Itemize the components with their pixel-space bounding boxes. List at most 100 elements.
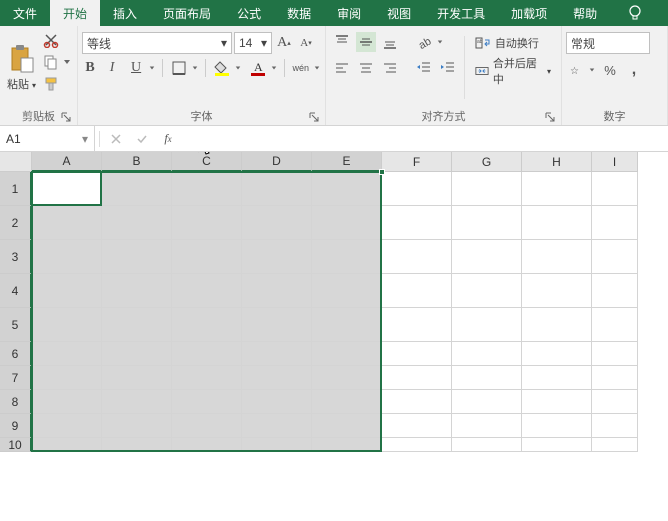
cell[interactable] bbox=[382, 366, 452, 390]
col-header[interactable]: H bbox=[522, 152, 592, 172]
col-header[interactable]: A bbox=[32, 152, 102, 172]
tab-10[interactable]: 帮助 bbox=[560, 0, 610, 26]
cell[interactable] bbox=[32, 390, 102, 414]
cell[interactable] bbox=[312, 274, 382, 308]
copy-button[interactable] bbox=[41, 52, 61, 72]
cell[interactable] bbox=[172, 206, 242, 240]
cell[interactable] bbox=[172, 274, 242, 308]
align-left-button[interactable] bbox=[332, 58, 352, 78]
cell[interactable] bbox=[242, 274, 312, 308]
cell[interactable] bbox=[592, 438, 638, 452]
select-all-corner[interactable] bbox=[0, 152, 32, 172]
tab-2[interactable]: 插入 bbox=[100, 0, 150, 26]
tab-6[interactable]: 审阅 bbox=[324, 0, 374, 26]
cell[interactable] bbox=[522, 342, 592, 366]
cell[interactable] bbox=[172, 438, 242, 452]
cell[interactable] bbox=[172, 390, 242, 414]
cell[interactable] bbox=[452, 390, 522, 414]
cell[interactable] bbox=[312, 172, 382, 206]
cell[interactable] bbox=[312, 414, 382, 438]
cell[interactable] bbox=[522, 366, 592, 390]
cell[interactable] bbox=[242, 342, 312, 366]
align-right-button[interactable] bbox=[380, 58, 400, 78]
cell[interactable] bbox=[172, 308, 242, 342]
increase-indent-button[interactable] bbox=[438, 58, 458, 78]
italic-button[interactable]: I bbox=[104, 58, 120, 78]
cell[interactable] bbox=[592, 342, 638, 366]
number-format-combo[interactable]: 常规 bbox=[566, 32, 650, 54]
cell[interactable] bbox=[452, 240, 522, 274]
cell[interactable] bbox=[522, 414, 592, 438]
cell[interactable] bbox=[102, 342, 172, 366]
tab-4[interactable]: 公式 bbox=[224, 0, 274, 26]
cell[interactable] bbox=[32, 172, 102, 206]
cell[interactable] bbox=[102, 390, 172, 414]
spreadsheet-grid[interactable]: ABCDEFGHI 12345678910 bbox=[0, 152, 668, 521]
cell[interactable] bbox=[32, 342, 102, 366]
cut-button[interactable] bbox=[41, 30, 61, 50]
cell[interactable] bbox=[242, 240, 312, 274]
cell[interactable] bbox=[102, 274, 172, 308]
cell[interactable] bbox=[522, 274, 592, 308]
clipboard-dialog-launcher[interactable] bbox=[61, 112, 71, 122]
name-box[interactable]: A1▾ bbox=[0, 126, 95, 151]
row-header[interactable]: 5 bbox=[0, 308, 32, 342]
row-header[interactable]: 6 bbox=[0, 342, 32, 366]
cell[interactable] bbox=[452, 414, 522, 438]
enter-icon[interactable] bbox=[132, 129, 152, 149]
cell[interactable] bbox=[312, 240, 382, 274]
align-center-button[interactable] bbox=[356, 58, 376, 78]
col-header[interactable]: I bbox=[592, 152, 638, 172]
wrap-text-button[interactable]: ab 自动换行 bbox=[471, 32, 555, 54]
cell[interactable] bbox=[522, 390, 592, 414]
cell[interactable] bbox=[32, 274, 102, 308]
cell[interactable] bbox=[452, 206, 522, 240]
cell[interactable] bbox=[522, 206, 592, 240]
cell[interactable] bbox=[242, 414, 312, 438]
cell[interactable] bbox=[382, 342, 452, 366]
cell[interactable] bbox=[172, 240, 242, 274]
cell[interactable] bbox=[242, 366, 312, 390]
cell[interactable] bbox=[452, 308, 522, 342]
border-dropdown[interactable] bbox=[191, 58, 199, 78]
border-button[interactable] bbox=[169, 58, 189, 78]
cell[interactable] bbox=[382, 308, 452, 342]
font-name-combo[interactable]: 等线▾ bbox=[82, 32, 232, 54]
cell[interactable] bbox=[242, 390, 312, 414]
cell[interactable] bbox=[592, 274, 638, 308]
cell[interactable] bbox=[522, 240, 592, 274]
row-header[interactable]: 9 bbox=[0, 414, 32, 438]
cell[interactable] bbox=[102, 240, 172, 274]
formula-input[interactable] bbox=[182, 126, 668, 151]
col-header[interactable]: C bbox=[172, 152, 242, 172]
orientation-dropdown[interactable] bbox=[436, 32, 444, 52]
paste-button[interactable]: 粘贴 ▾ bbox=[4, 28, 39, 107]
decrease-font-button[interactable]: A▾ bbox=[296, 33, 316, 53]
cell[interactable] bbox=[382, 390, 452, 414]
copy-dropdown[interactable] bbox=[63, 52, 71, 72]
comma-button[interactable]: , bbox=[624, 60, 644, 80]
orientation-button[interactable]: ab bbox=[414, 32, 434, 52]
row-header[interactable]: 7 bbox=[0, 366, 32, 390]
accounting-format-button[interactable]: ☆ bbox=[566, 60, 586, 80]
tab-1[interactable]: 开始 bbox=[50, 0, 100, 26]
fill-color-button[interactable] bbox=[212, 58, 232, 78]
cell[interactable] bbox=[172, 172, 242, 206]
align-top-button[interactable] bbox=[332, 32, 352, 52]
cell[interactable] bbox=[522, 308, 592, 342]
cell[interactable] bbox=[312, 438, 382, 452]
cell[interactable] bbox=[592, 308, 638, 342]
row-header[interactable]: 2 bbox=[0, 206, 32, 240]
cell[interactable] bbox=[102, 366, 172, 390]
cell[interactable] bbox=[452, 342, 522, 366]
align-middle-button[interactable] bbox=[356, 32, 376, 52]
underline-button[interactable]: U bbox=[126, 58, 146, 78]
cell[interactable] bbox=[452, 366, 522, 390]
cell[interactable] bbox=[592, 366, 638, 390]
cell[interactable] bbox=[452, 438, 522, 452]
phonetic-button[interactable]: wén bbox=[290, 58, 311, 78]
cell[interactable] bbox=[32, 438, 102, 452]
cell[interactable] bbox=[452, 172, 522, 206]
format-painter-button[interactable] bbox=[41, 74, 61, 94]
cell[interactable] bbox=[172, 342, 242, 366]
